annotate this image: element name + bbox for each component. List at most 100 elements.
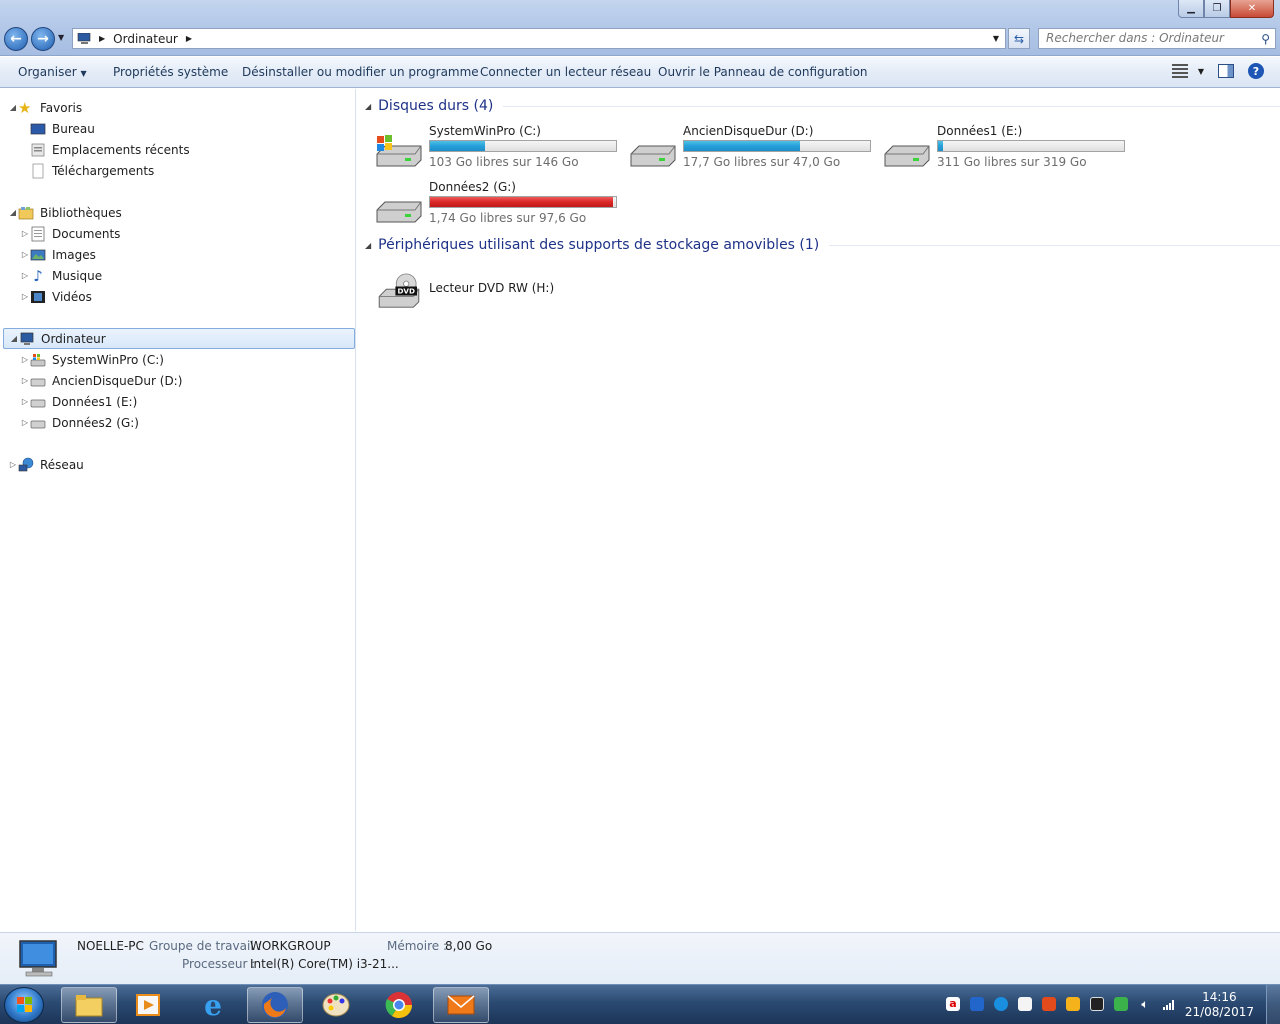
content-pane: ◢ Disques durs (4) SystemWinPro (C:) 103… (357, 89, 1280, 931)
images-icon (30, 249, 46, 260)
nav-drive-g[interactable]: ▷ Données2 (G:) (20, 412, 139, 433)
nav-label: Musique (52, 268, 103, 283)
mail-tray-icon[interactable] (970, 997, 984, 1011)
teamviewer-tray-icon[interactable] (994, 997, 1008, 1011)
expanded-arrow-icon[interactable]: ◢ (9, 334, 19, 343)
forward-button[interactable]: → (31, 27, 55, 51)
minimize-button[interactable]: ▁ (1178, 0, 1204, 18)
breadcrumb-chevron-icon[interactable]: ▶ (186, 34, 192, 43)
nav-computer[interactable]: ◢ Ordinateur (3, 328, 355, 349)
preview-pane-icon[interactable] (1218, 64, 1234, 78)
nav-drive-c[interactable]: ▷ SystemWinPro (C:) (20, 349, 164, 370)
open-control-panel-button[interactable]: Ouvrir le Panneau de configuration (658, 65, 868, 79)
collapse-group-icon[interactable]: ◢ (365, 241, 371, 250)
system-properties-button[interactable]: Propriétés système (113, 65, 228, 79)
nav-desktop[interactable]: Bureau (30, 118, 95, 139)
firefox-icon (262, 992, 288, 1018)
refresh-button[interactable]: ⇆ (1008, 28, 1030, 49)
network-icon (18, 457, 34, 471)
help-icon[interactable]: ? (1248, 63, 1264, 79)
nav-documents[interactable]: ▷ Documents (20, 223, 120, 244)
collapsed-arrow-icon[interactable]: ▷ (8, 460, 18, 469)
organize-button[interactable]: Organiser ▼ (18, 65, 87, 79)
collapsed-arrow-icon[interactable]: ▷ (20, 418, 30, 427)
nav-label: SystemWinPro (C:) (52, 352, 164, 367)
back-button[interactable]: ← (4, 27, 28, 51)
close-button[interactable]: ✕ (1230, 0, 1274, 18)
nav-label: Données2 (G:) (52, 415, 139, 430)
map-network-drive-button[interactable]: Connecter un lecteur réseau (480, 65, 651, 79)
system-drive-icon (376, 135, 422, 167)
system-clock[interactable]: 14:16 21/08/2017 (1185, 990, 1254, 1020)
breadcrumb-chevron-icon[interactable]: ▶ (99, 34, 105, 43)
taskbar-firefox[interactable] (247, 987, 303, 1023)
start-button[interactable] (4, 987, 44, 1023)
collapsed-arrow-icon[interactable]: ▷ (20, 376, 30, 385)
drive-usage-fill (430, 141, 485, 151)
taskbar-internet-explorer[interactable]: e (185, 987, 241, 1023)
nav-label: Ordinateur (41, 331, 106, 346)
address-bar[interactable]: ▶ Ordinateur ▶ ▼ (72, 28, 1006, 49)
nav-videos[interactable]: ▷ Vidéos (20, 286, 92, 307)
search-input[interactable]: Rechercher dans : Ordinateur ⚲ (1038, 28, 1276, 49)
removable-group-header[interactable]: ◢ Périphériques utilisant des supports d… (365, 237, 1280, 253)
collapsed-arrow-icon[interactable]: ▷ (20, 229, 30, 238)
hard-drive-icon (376, 201, 422, 223)
drive-tile-e[interactable]: Données1 (E:) 311 Go libres sur 319 Go (883, 124, 1133, 176)
antivirus-tray-icon[interactable]: a (946, 997, 960, 1011)
nav-drive-e[interactable]: ▷ Données1 (E:) (20, 391, 137, 412)
nav-drive-d[interactable]: ▷ AncienDisqueDur (D:) (20, 370, 182, 391)
search-icon[interactable]: ⚲ (1261, 30, 1270, 49)
warning-tray-icon[interactable] (1066, 997, 1080, 1011)
music-note-icon: ♪ (33, 266, 43, 285)
collapse-group-icon[interactable]: ◢ (365, 102, 371, 111)
change-view-button[interactable]: ▼ (1171, 64, 1204, 78)
update-tray-icon[interactable] (1042, 997, 1056, 1011)
volume-icon[interactable]: 🔈︎ (1138, 997, 1152, 1011)
display-tray-icon[interactable] (1090, 997, 1104, 1011)
group-divider (829, 244, 1280, 246)
drive-tile-d[interactable]: AncienDisqueDur (D:) 17,7 Go libres sur … (629, 124, 879, 176)
taskbar-explorer[interactable] (61, 987, 117, 1023)
envelope-icon (447, 995, 475, 1015)
collapsed-arrow-icon[interactable]: ▷ (20, 397, 30, 406)
network-signal-icon[interactable] (1162, 997, 1176, 1011)
uninstall-program-button[interactable]: Désinstaller ou modifier un programme (242, 65, 479, 79)
collapsed-arrow-icon[interactable]: ▷ (20, 292, 30, 301)
taskbar-mail[interactable] (433, 987, 489, 1023)
nav-music[interactable]: ▷ ♪ Musique (20, 265, 102, 286)
security-tray-icon[interactable] (1114, 997, 1128, 1011)
collapsed-arrow-icon[interactable]: ▷ (20, 355, 30, 364)
drive-tile-c[interactable]: SystemWinPro (C:) 103 Go libres sur 146 … (375, 124, 625, 176)
nav-downloads[interactable]: Téléchargements (30, 160, 154, 181)
drive-tile-g[interactable]: Données2 (G:) 1,74 Go libres sur 97,6 Go (375, 180, 625, 232)
nav-label: Téléchargements (52, 163, 155, 178)
media-player-icon (136, 994, 160, 1016)
taskbar-chrome[interactable] (371, 987, 427, 1023)
drive-tile-dvd[interactable]: DVD Lecteur DVD RW (H:) (375, 265, 625, 317)
drive-usage-bar (429, 140, 617, 152)
nav-network[interactable]: ▷ Réseau (8, 454, 84, 475)
expanded-arrow-icon[interactable]: ◢ (8, 208, 18, 217)
show-desktop-button[interactable] (1266, 985, 1280, 1024)
drive-name: Lecteur DVD RW (H:) (429, 281, 555, 295)
details-pane: NOELLE-PC Groupe de travail : WORKGROUP … (0, 932, 1280, 984)
recent-pages-dropdown[interactable]: ▼ (58, 33, 64, 42)
action-center-flag-icon[interactable] (1018, 997, 1032, 1011)
nav-recent-places[interactable]: Emplacements récents (30, 139, 190, 160)
maximize-button[interactable]: ❐ (1204, 0, 1230, 18)
group-divider (503, 105, 1280, 107)
address-dropdown-icon[interactable]: ▼ (993, 34, 999, 43)
taskbar-paint[interactable] (308, 987, 364, 1023)
breadcrumb-computer[interactable]: Ordinateur (113, 32, 178, 46)
collapsed-arrow-icon[interactable]: ▷ (20, 271, 30, 280)
nav-libraries[interactable]: ◢ Bibliothèques (8, 202, 122, 223)
taskbar-media-player[interactable] (120, 987, 176, 1023)
nav-label: Vidéos (52, 289, 92, 304)
nav-favorites[interactable]: ◢ ★ Favoris (8, 97, 82, 118)
hard-drive-icon (884, 145, 930, 167)
nav-images[interactable]: ▷ Images (20, 244, 96, 265)
expanded-arrow-icon[interactable]: ◢ (8, 103, 18, 112)
hard-disks-group-header[interactable]: ◢ Disques durs (4) (365, 98, 1280, 114)
collapsed-arrow-icon[interactable]: ▷ (20, 250, 30, 259)
